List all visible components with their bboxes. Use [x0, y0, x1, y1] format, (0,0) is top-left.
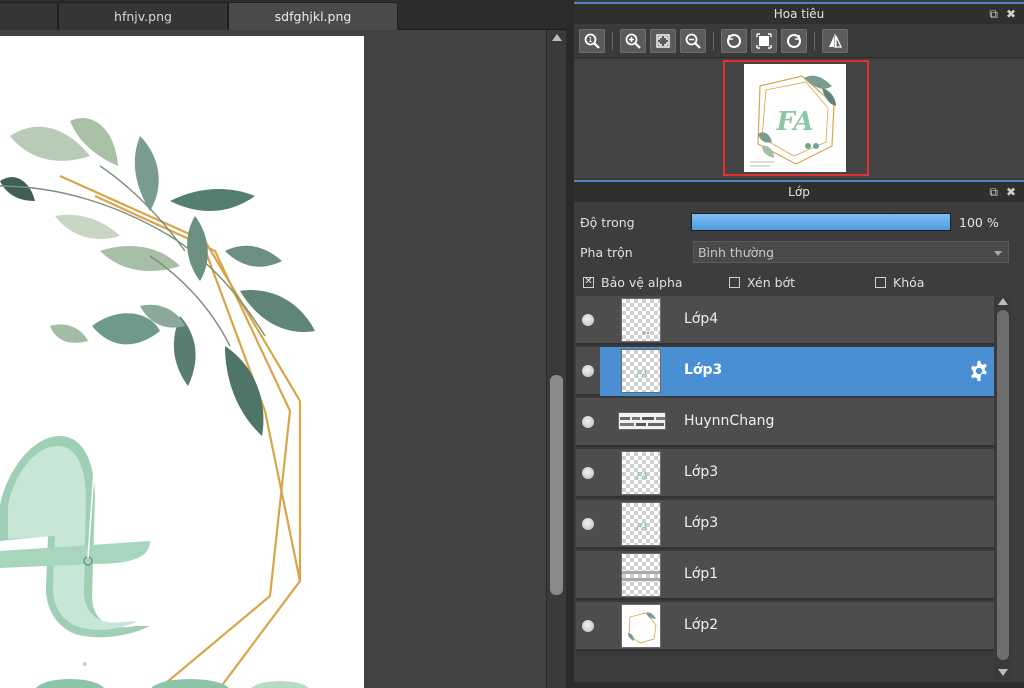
- tab-label: sdfghjkl.png: [274, 9, 352, 24]
- visibility-eye-icon[interactable]: [582, 620, 594, 632]
- gear-icon[interactable]: [968, 360, 990, 386]
- layer-thumbnail: FA: [621, 451, 661, 495]
- layer-row[interactable]: Lớp4: [576, 296, 994, 345]
- protect-alpha-checkbox[interactable]: ✕ Bảo vệ alpha: [583, 275, 683, 290]
- clipping-checkbox[interactable]: Xén bớt: [729, 275, 795, 290]
- layer-row[interactable]: HuynnChang: [576, 398, 994, 447]
- close-icon[interactable]: ✖: [1006, 7, 1016, 22]
- layer-thumbnail: [618, 412, 666, 430]
- rotate-left-icon[interactable]: [721, 28, 747, 53]
- layer-thumbnail: [621, 604, 661, 648]
- zoom-in-icon[interactable]: [620, 28, 646, 53]
- scrollbar-thumb[interactable]: [997, 310, 1009, 660]
- fit-screen-icon[interactable]: [650, 28, 676, 53]
- lock-checkbox[interactable]: Khóa: [875, 275, 924, 290]
- panel-splitter[interactable]: [566, 0, 574, 688]
- layer-panel-footer: [574, 682, 1024, 688]
- visibility-eye-icon[interactable]: [582, 467, 594, 479]
- opacity-label: Độ trong: [580, 214, 635, 230]
- layer-options-row: ✕ Bảo vệ alpha Xén bớt Khóa: [574, 268, 1024, 296]
- opacity-value: 100 %: [959, 214, 999, 230]
- canvas-vertical-scrollbar[interactable]: [546, 30, 566, 688]
- layer-name: Lớp4: [684, 311, 719, 327]
- undock-icon[interactable]: ⧉: [989, 185, 998, 200]
- fit-window-icon[interactable]: [751, 28, 777, 53]
- toolbar-separator: [612, 31, 613, 50]
- navigator-panel: Hoa tiêu ⧉ ✖ 1 FA: [574, 2, 1024, 178]
- visibility-eye-icon[interactable]: [582, 365, 594, 377]
- layer-name: Lớp2: [684, 617, 719, 633]
- layer-row[interactable]: FA Lớp3: [576, 347, 994, 396]
- svg-text:1: 1: [588, 36, 592, 44]
- navigator-toolbar: 1: [574, 24, 1024, 58]
- layer-row[interactable]: FA Lớp3: [576, 500, 994, 549]
- layer-thumbnail: [621, 553, 661, 597]
- flip-horizontal-icon[interactable]: [822, 28, 848, 53]
- app-window: hfnjv.png sdfghjkl.png Hoa tiêu ⧉ ✖ 1 FA…: [0, 0, 1024, 688]
- document-tab-1[interactable]: [0, 2, 58, 30]
- navigator-preview-area[interactable]: FA: [574, 60, 1024, 178]
- document-tab-2[interactable]: hfnjv.png: [58, 2, 228, 30]
- scroll-down-arrow-icon[interactable]: [998, 669, 1008, 676]
- tab-label: hfnjv.png: [114, 9, 172, 24]
- layer-thumbnail: [621, 298, 661, 342]
- layer-row[interactable]: Lớp2: [576, 602, 994, 651]
- blend-mode-value: Bình thường: [698, 244, 775, 260]
- layer-name: Lớp1: [684, 566, 719, 582]
- scrollbar-thumb[interactable]: [550, 375, 563, 595]
- layer-name: HuynnChang: [684, 413, 775, 429]
- navigator-panel-header: Hoa tiêu ⧉ ✖: [574, 2, 1024, 24]
- artwork-illustration: [0, 118, 315, 688]
- visibility-eye-icon[interactable]: [582, 518, 594, 530]
- undock-icon[interactable]: ⧉: [989, 7, 998, 22]
- svg-text:FA: FA: [635, 523, 648, 533]
- navigator-viewport-frame[interactable]: [723, 60, 869, 176]
- document-tab-bar: hfnjv.png sdfghjkl.png: [0, 0, 566, 30]
- lock-label: Khóa: [893, 274, 925, 290]
- checkbox-box[interactable]: [729, 276, 740, 288]
- blend-mode-select[interactable]: Bình thường: [693, 241, 1009, 263]
- layer-name: Lớp3: [684, 515, 719, 531]
- layer-thumbnail: FA: [621, 502, 661, 546]
- navigator-title: Hoa tiêu: [773, 7, 825, 21]
- blend-row: Pha trộn Bình thường: [574, 238, 1024, 266]
- chevron-down-icon: [994, 251, 1002, 256]
- checkbox-box[interactable]: ✕: [583, 276, 594, 288]
- clipping-label: Xén bớt: [747, 274, 796, 290]
- blend-label: Pha trộn: [580, 244, 633, 260]
- layers-panel: Lớp ⧉ ✖ Độ trong 100 % Pha trộn Bình thư…: [574, 180, 1024, 688]
- opacity-slider[interactable]: [691, 213, 951, 231]
- toolbar-separator: [713, 31, 714, 50]
- layer-name: Lớp3: [684, 464, 719, 480]
- layers-title: Lớp: [788, 185, 810, 199]
- layers-panel-header: Lớp ⧉ ✖: [574, 180, 1024, 202]
- document-tab-3[interactable]: sdfghjkl.png: [228, 2, 398, 30]
- layer-row[interactable]: Lớp1: [576, 551, 994, 600]
- close-icon[interactable]: ✖: [1006, 185, 1016, 200]
- opacity-row: Độ trong 100 %: [574, 208, 1024, 236]
- opacity-slider-fill: [692, 214, 950, 230]
- visibility-eye-icon[interactable]: [582, 416, 594, 428]
- layer-list: Lớp4 FA Lớp3 HuynnChang FA Lớp3 FA Lớp3 Lớp1 Lớp2: [576, 296, 994, 656]
- scroll-up-arrow-icon[interactable]: [998, 298, 1008, 305]
- layer-thumbnail: FA: [621, 349, 661, 393]
- layer-name: Lớp3: [684, 362, 723, 378]
- layer-list-scrollbar[interactable]: [994, 296, 1012, 680]
- toolbar-separator: [814, 31, 815, 50]
- canvas-workspace[interactable]: [0, 30, 546, 688]
- checkbox-box[interactable]: [875, 276, 886, 288]
- protect-alpha-label: Bảo vệ alpha: [601, 274, 683, 290]
- svg-text:FA: FA: [635, 472, 648, 482]
- scroll-up-arrow-icon[interactable]: [552, 34, 562, 41]
- zoom-out-icon[interactable]: [680, 28, 706, 53]
- visibility-eye-icon[interactable]: [582, 314, 594, 326]
- zoom-actual-icon[interactable]: 1: [579, 28, 605, 53]
- layer-row[interactable]: FA Lớp3: [576, 449, 994, 498]
- canvas-image[interactable]: [0, 36, 364, 688]
- rotate-right-icon[interactable]: [781, 28, 807, 53]
- svg-text:FA: FA: [635, 370, 648, 380]
